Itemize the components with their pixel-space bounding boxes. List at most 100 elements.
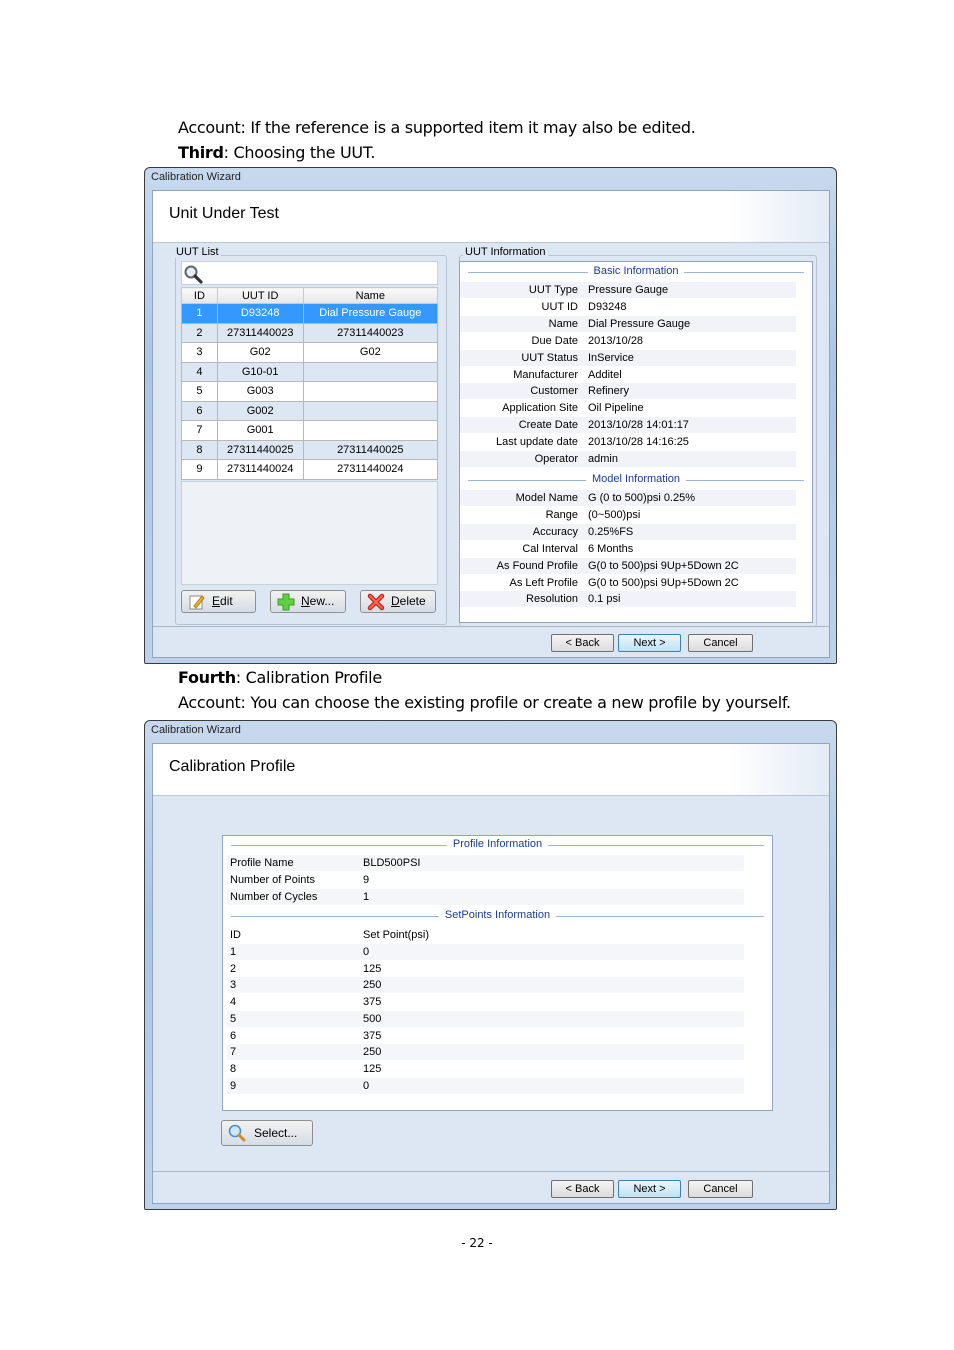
basic-information-heading: Basic Information: [468, 265, 804, 279]
calibration-wizard-profile-window: Calibration Wizard Calibration Profile P…: [144, 720, 837, 1210]
info-value: Dial Pressure Gauge: [588, 317, 691, 330]
setpoint-row-key: 7: [230, 1046, 237, 1059]
setpoint-row: 3 250: [227, 977, 744, 994]
wizard-body: Unit Under Test UUT List ID UUT ID Name …: [152, 190, 830, 658]
cell-uut-id: 27311440024: [216, 459, 304, 480]
setpoint-row: 8 125: [227, 1061, 744, 1077]
cell-name: [302, 361, 439, 382]
setpoint-row-value: 250: [363, 1046, 382, 1059]
table-row[interactable]: 4 G10-01: [181, 361, 439, 382]
cell-id: 9: [181, 459, 218, 480]
new-button[interactable]: New...: [270, 590, 346, 613]
plus-icon: [277, 593, 295, 611]
info-key: Range: [545, 508, 578, 521]
footer-divider: [153, 626, 829, 627]
paragraph-fourth-step: Fourth: Calibration Profile: [178, 668, 382, 687]
info-value: D93248: [588, 300, 627, 313]
back-button[interactable]: < Back: [551, 634, 614, 652]
info-key: As Left Profile: [509, 576, 578, 589]
delete-label-rest: elete: [399, 594, 426, 608]
uut-table-header: ID UUT ID Name: [181, 287, 439, 304]
cancel-button[interactable]: Cancel: [688, 1180, 753, 1198]
cell-name: [302, 381, 439, 402]
uut-search-input[interactable]: [181, 261, 438, 285]
info-value: Refinery: [588, 385, 629, 398]
cell-id: 8: [181, 439, 218, 460]
setpoint-row-value: 0: [363, 946, 370, 958]
uut-information-panel: Basic Information UUT Type Pressure Gauge…: [459, 261, 813, 623]
setpoint-row-key: 3: [230, 979, 237, 992]
delete-button[interactable]: Delete: [360, 590, 436, 613]
next-button[interactable]: Next >: [618, 634, 681, 652]
table-row[interactable]: 6 G002: [181, 400, 439, 421]
cancel-button[interactable]: Cancel: [688, 634, 753, 652]
setpoint-row-key: 8: [230, 1062, 237, 1075]
column-header-name[interactable]: Name: [302, 287, 439, 304]
wizard-body: Calibration Profile Profile Information …: [152, 743, 830, 1204]
cell-name: 27311440023: [302, 322, 439, 343]
paragraph-account-reference: Account: If the reference is a supported…: [178, 118, 696, 137]
setpoint-row-value: 500: [363, 1012, 382, 1025]
setpoints-header-value: Set Point(psi): [363, 929, 430, 941]
cell-id: 1: [181, 303, 218, 324]
cell-id: 6: [181, 400, 218, 421]
info-row: UUT Status InService: [460, 349, 796, 366]
cell-name: 27311440025: [302, 439, 439, 460]
wizard-header: Calibration Profile: [153, 744, 829, 796]
info-row: UUT ID D93248: [460, 299, 796, 315]
setpoint-row-key: 6: [230, 1029, 237, 1042]
step-text-fourth: : Calibration Profile: [235, 668, 382, 687]
table-row[interactable]: 7 G001: [181, 420, 439, 441]
profile-row-key: Number of Cycles: [230, 890, 318, 903]
next-button[interactable]: Next >: [618, 1180, 681, 1198]
cell-uut-id: G001: [216, 420, 304, 441]
info-value: 2013/10/28 14:01:17: [588, 419, 689, 432]
cell-name: 27311440024: [302, 459, 439, 480]
profile-information-title: Profile Information: [446, 838, 549, 850]
setpoint-row: 10: [227, 944, 744, 960]
info-value: G(0 to 500)psi 9Up+5Down 2C: [588, 559, 739, 572]
paragraph-third-step: Third: Choosing the UUT.: [178, 143, 376, 162]
setpoint-row-value: 0: [363, 1079, 370, 1092]
cell-id: 5: [181, 381, 218, 402]
info-row: Accuracy 0.25%FS: [460, 523, 796, 540]
column-header-uut-id[interactable]: UUT ID: [216, 287, 304, 304]
back-button[interactable]: < Back: [551, 1180, 614, 1198]
edit-button[interactable]: Edit: [181, 590, 256, 613]
new-mnemonic: N: [301, 594, 310, 608]
setpoint-row-value: 250: [363, 979, 382, 992]
search-icon: [184, 265, 203, 284]
pencil-icon: [189, 595, 205, 610]
info-key: Operator: [534, 453, 578, 465]
info-key: UUT Status: [521, 351, 578, 364]
setpoint-row: 5 500: [227, 1010, 744, 1027]
info-key: Cal Interval: [522, 542, 578, 555]
table-row[interactable]: 2 27311440023 27311440023: [181, 322, 439, 343]
uut-information-label: UUT Information: [463, 246, 548, 258]
table-row[interactable]: 3 G02 G02: [181, 342, 439, 363]
column-header-id[interactable]: ID: [181, 287, 218, 304]
table-row-selected[interactable]: 1 D93248 Dial Pressure Gauge: [181, 303, 439, 324]
setpoint-row: 4 375: [227, 994, 744, 1010]
info-value: G(0 to 500)psi 9Up+5Down 2C: [588, 576, 739, 589]
info-row: Customer Refinery: [460, 383, 796, 400]
uut-list-empty-area: [181, 481, 438, 585]
setpoint-row: 7 250: [227, 1044, 744, 1061]
info-row: Model Name G (0 to 500)psi 0.25%: [460, 490, 796, 506]
delete-x-icon: [367, 593, 385, 611]
table-row[interactable]: 9 27311440024 27311440024: [181, 459, 439, 480]
uut-list-label: UUT List: [174, 246, 221, 258]
new-label: New...: [301, 591, 334, 612]
setpoints-information-title: SetPoints Information: [438, 909, 557, 921]
info-row: Application Site Oil Pipeline: [460, 400, 796, 416]
window-title: Calibration Wizard: [151, 171, 241, 183]
table-row[interactable]: 5 G003: [181, 381, 439, 402]
info-row: Name Dial Pressure Gauge: [460, 315, 796, 332]
info-value: 6 Months: [588, 542, 634, 555]
table-row[interactable]: 8 27311440025 27311440025: [181, 439, 439, 460]
paragraph-account-profile: Account: You can choose the existing pro…: [178, 693, 791, 712]
cell-id: 2: [181, 322, 218, 343]
info-row: Cal Interval 6 Months: [460, 541, 796, 557]
setpoints-header-id: ID: [230, 929, 241, 941]
select-profile-button[interactable]: Select...: [221, 1120, 313, 1146]
